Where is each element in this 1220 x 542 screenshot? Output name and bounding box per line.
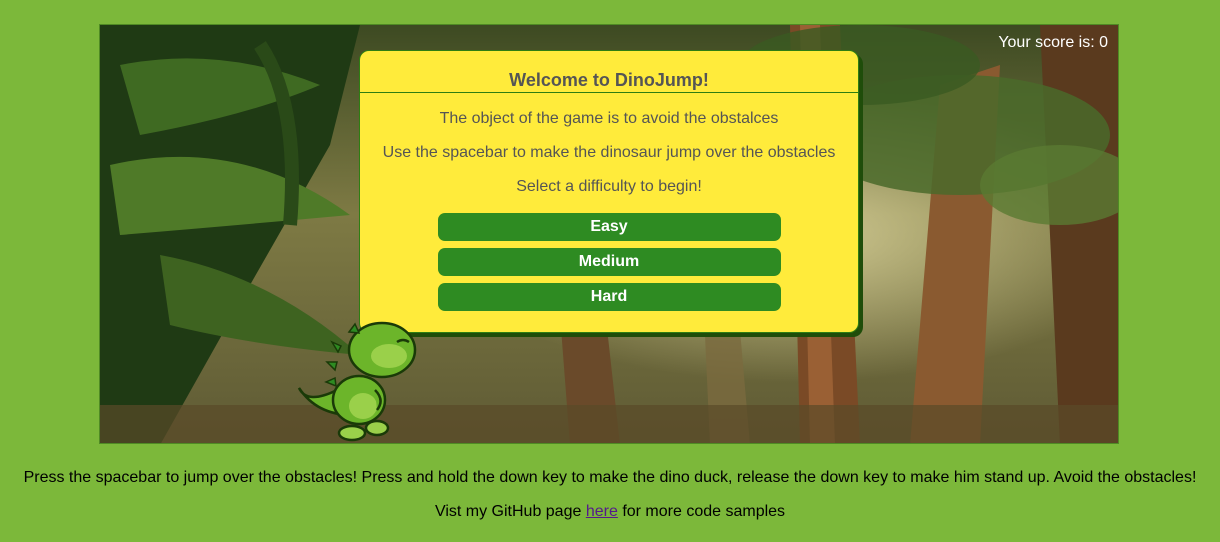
medium-button[interactable]: Medium [437, 248, 781, 276]
github-link[interactable]: here [586, 503, 618, 520]
controls-text: Use the spacebar to make the dinosaur ju… [382, 144, 836, 161]
github-prefix: Vist my GitHub page [434, 503, 582, 520]
hard-button[interactable]: Hard [437, 283, 781, 311]
github-line: Vist my GitHub page here for more code s… [0, 503, 1220, 521]
easy-button[interactable]: Easy [437, 213, 781, 241]
select-difficulty-text: Select a difficulty to begin! [516, 178, 702, 195]
score-display: Your score is: 0 [998, 34, 1108, 51]
dialog-title: Welcome to DinoJump! [360, 51, 858, 93]
objective-text: The object of the game is to avoid the o… [439, 110, 779, 127]
instructions-text: Press the spacebar to jump over the obst… [23, 469, 1197, 486]
github-suffix: for more code samples [622, 503, 786, 520]
welcome-dialog: Welcome to DinoJump! The object of the g… [359, 50, 859, 333]
dinosaur-icon [297, 321, 417, 442]
game-canvas[interactable]: Your score is: 0 Welcome to DinoJump! Th… [99, 24, 1119, 444]
